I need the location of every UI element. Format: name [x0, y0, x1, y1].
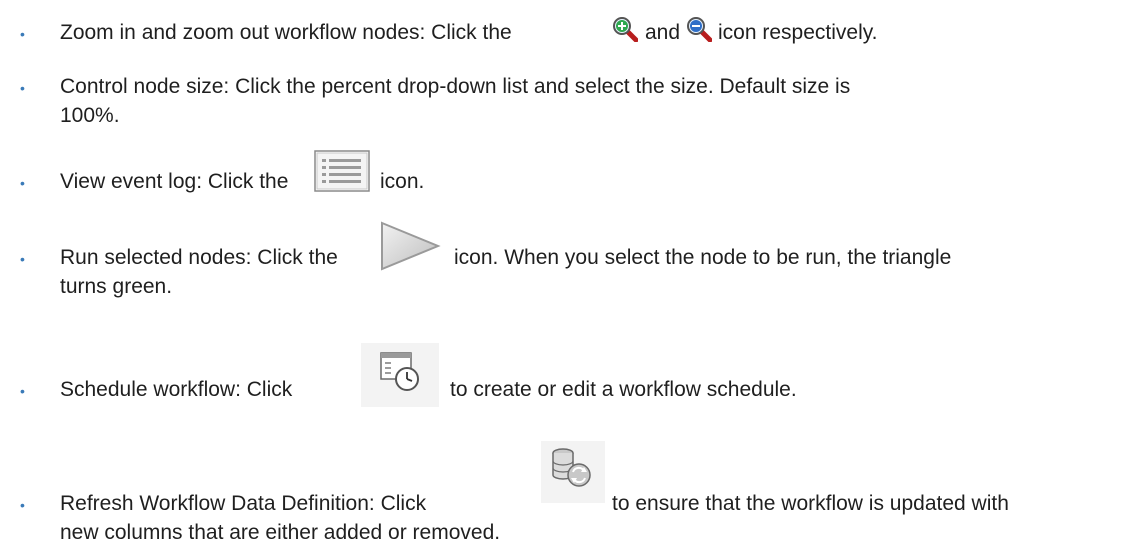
bullet: •: [20, 497, 25, 513]
bullet: •: [20, 383, 25, 399]
refresh-data-definition-icon: [541, 441, 605, 503]
bullet: •: [20, 80, 25, 96]
bullet: •: [20, 175, 25, 191]
run-text-line2: turns green.: [60, 275, 173, 298]
refresh-text-line2: new columns that are either added or rem…: [60, 521, 501, 544]
zoom-text-part1: Zoom in and zoom out workflow nodes: Cli…: [60, 21, 512, 44]
refresh-text-part2: to ensure that the workflow is updated w…: [612, 492, 1009, 515]
schedule-text-part1: Schedule workflow: Click: [60, 378, 293, 401]
run-triangle-icon: [378, 221, 442, 271]
schedule-text-part2: to create or edit a workflow schedule.: [450, 378, 797, 401]
node-size-text-line1: Control node size: Click the percent dro…: [60, 75, 851, 98]
bullet: •: [20, 26, 25, 42]
bullet: •: [20, 251, 25, 267]
zoom-out-icon: [686, 16, 712, 42]
zoom-in-icon: [612, 16, 638, 42]
event-log-icon: [314, 150, 370, 192]
event-log-text-part2: icon.: [380, 170, 425, 193]
node-size-text-line2: 100%.: [60, 104, 120, 127]
run-text-part2: icon. When you select the node to be run…: [454, 246, 952, 269]
schedule-icon: [361, 343, 439, 407]
zoom-text-part2: and: [645, 21, 681, 44]
event-log-text-part1: View event log: Click the: [60, 170, 289, 193]
refresh-text-part1: Refresh Workflow Data Definition: Click: [60, 492, 427, 515]
run-text-part1: Run selected nodes: Click the: [60, 246, 338, 269]
zoom-text-part3: icon respectively.: [718, 21, 878, 44]
